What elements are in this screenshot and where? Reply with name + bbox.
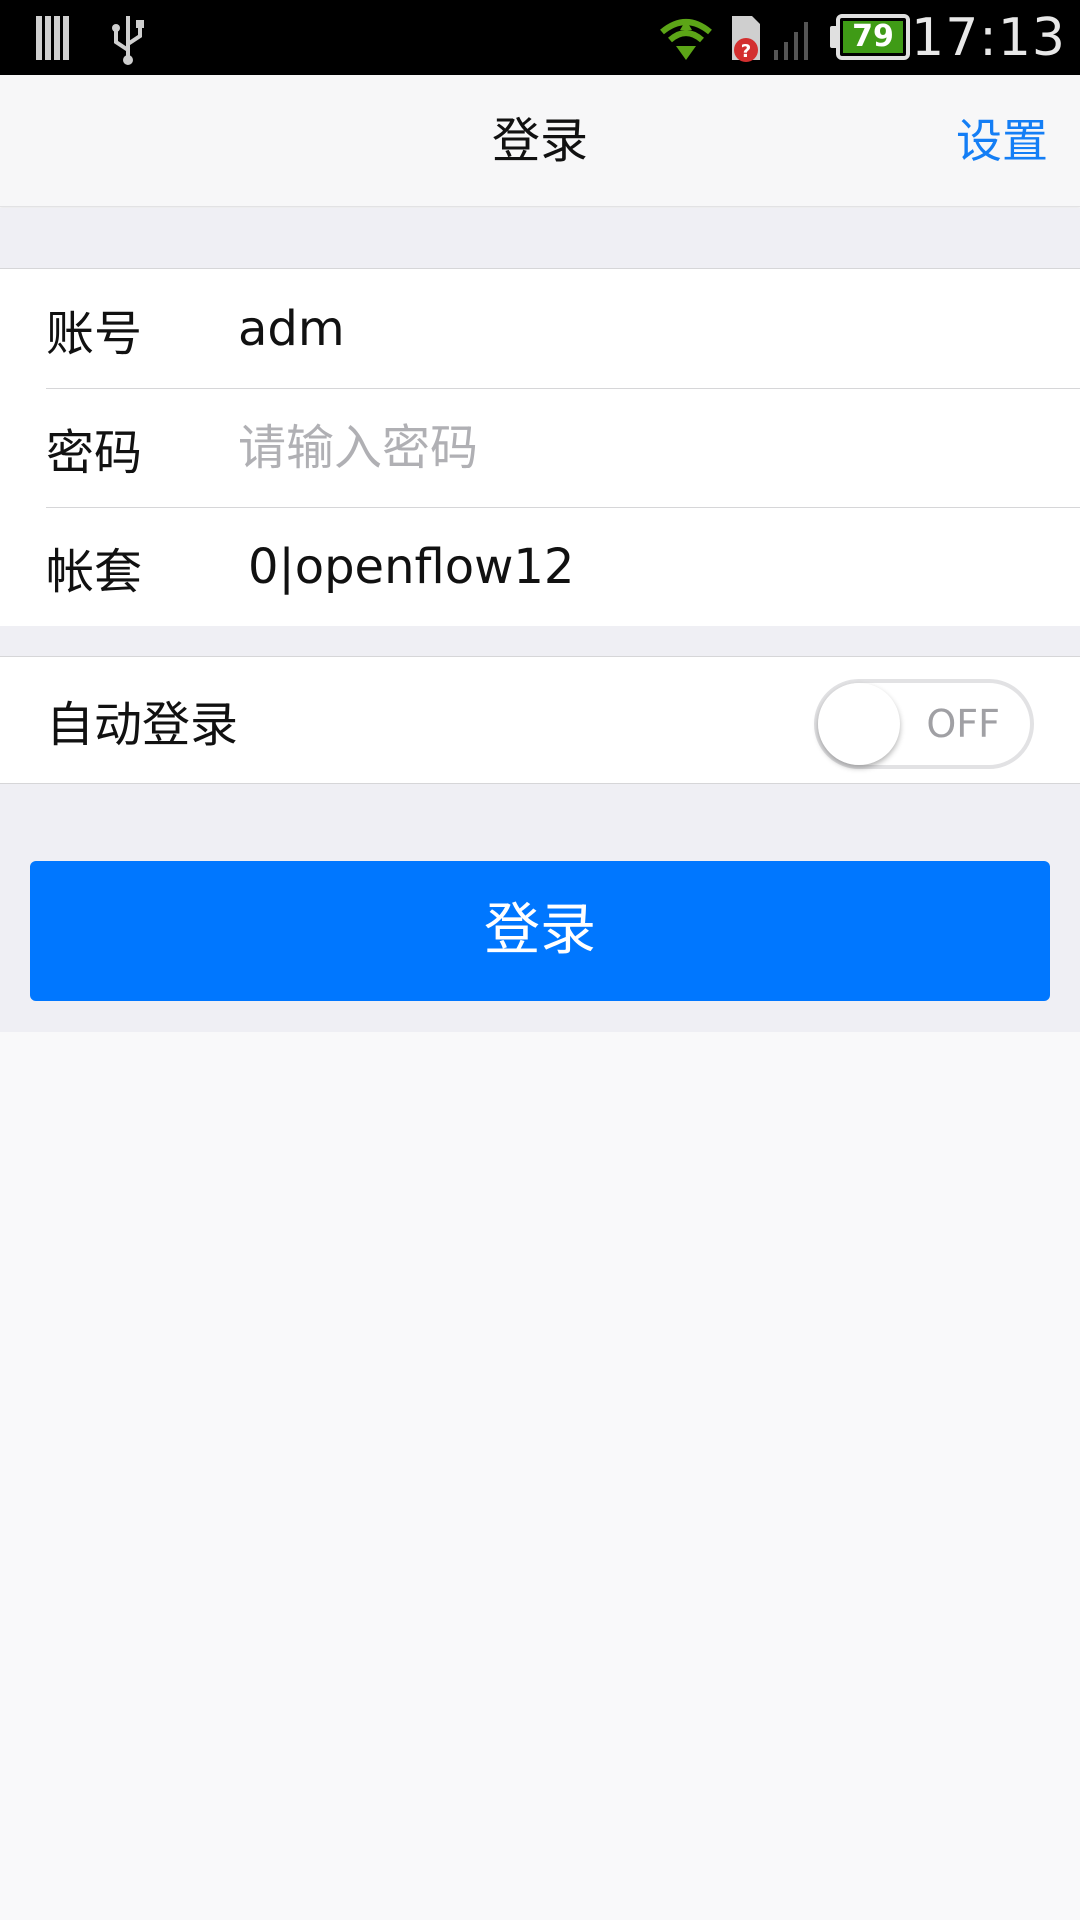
password-label: 密码	[46, 424, 143, 481]
svg-text:?: ?	[741, 41, 751, 62]
settings-button[interactable]: 设置	[956, 75, 1048, 207]
auto-login-label: 自动登录	[46, 697, 239, 753]
nav-bar: 登录 设置	[0, 75, 1080, 207]
ledger-label: 帐套	[46, 543, 143, 600]
ledger-row: 帐套 0|openflow12	[0, 507, 1080, 626]
auto-login-row: 自动登录 OFF	[0, 657, 1080, 783]
login-button-area: 登录	[0, 784, 1080, 1032]
login-form: 账号 adm 密码 帐套 0|openflow12	[0, 268, 1080, 627]
wifi-icon	[660, 19, 712, 60]
sim-unknown-icon: ?	[732, 16, 760, 62]
section-spacer	[0, 626, 1080, 656]
toggle-knob	[818, 683, 900, 765]
page-title: 登录	[491, 113, 588, 169]
battery-icon: 79	[836, 14, 910, 60]
usb-icon	[112, 16, 144, 65]
password-row: 密码	[0, 388, 1080, 507]
battery-level: 79	[843, 21, 903, 53]
notification-bars-icon	[36, 16, 69, 60]
status-bar: ? 79 17:13	[0, 0, 1080, 75]
login-button[interactable]: 登录	[30, 861, 1050, 1001]
password-field[interactable]	[238, 419, 1060, 476]
account-row: 账号 adm	[0, 269, 1080, 388]
signal-icon	[774, 22, 808, 60]
auto-login-toggle[interactable]: OFF	[814, 679, 1034, 769]
ledger-field[interactable]: 0|openflow12	[248, 539, 574, 595]
auto-login-group: 自动登录 OFF	[0, 656, 1080, 784]
account-field[interactable]: adm	[238, 301, 345, 357]
account-label: 账号	[46, 305, 143, 362]
toggle-state-label: OFF	[926, 702, 1000, 746]
section-spacer	[0, 208, 1080, 268]
clock: 17:13	[911, 8, 1066, 68]
